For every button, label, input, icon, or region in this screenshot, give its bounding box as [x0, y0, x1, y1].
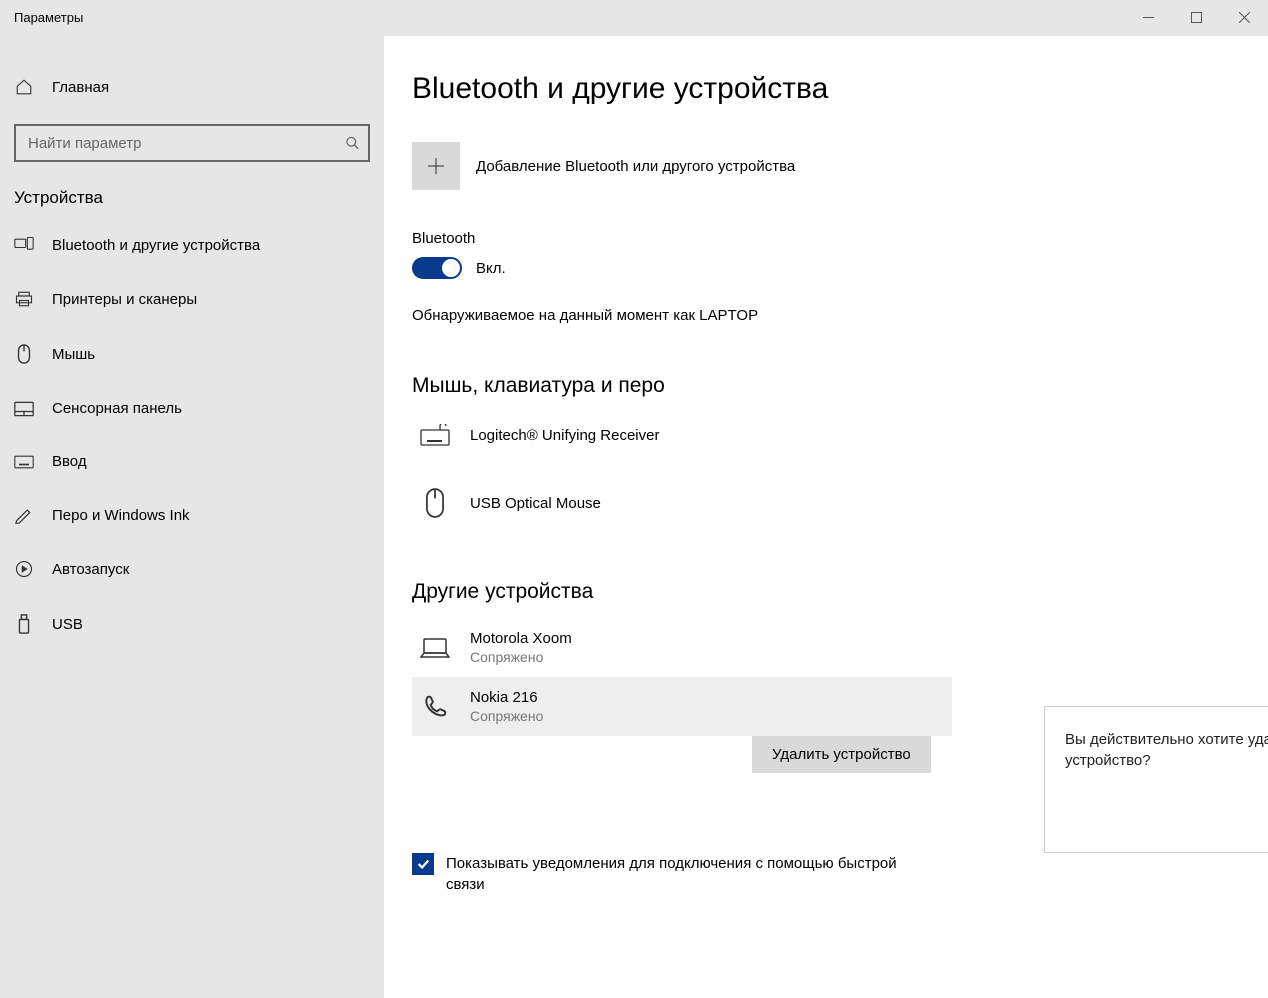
bluetooth-toggle[interactable]: [412, 257, 462, 279]
sidebar-home[interactable]: Главная: [0, 68, 384, 106]
mouse-icon: [14, 344, 34, 364]
mouse-device-icon: [418, 488, 452, 518]
device-name: Motorola Xoom: [470, 630, 572, 647]
sidebar-item-label: Bluetooth и другие устройства: [52, 237, 260, 254]
device-status: Сопряжено: [470, 708, 543, 724]
home-icon: [14, 78, 34, 96]
search-input[interactable]: [14, 124, 370, 162]
bluetooth-label: Bluetooth: [412, 230, 1240, 247]
confirm-popup: Вы действительно хотите удалить это устр…: [1044, 706, 1268, 853]
sidebar: Главная Устройства Bluetooth и другие ус…: [0, 36, 384, 998]
plus-icon: [412, 142, 460, 190]
minimize-button[interactable]: [1124, 0, 1172, 36]
device-item[interactable]: Motorola Xoom Сопряжено: [412, 618, 952, 677]
sidebar-item-printers[interactable]: Принтеры и сканеры: [0, 272, 384, 326]
sidebar-item-label: Мышь: [52, 346, 95, 363]
sidebar-item-bluetooth[interactable]: Bluetooth и другие устройства: [0, 218, 384, 272]
device-item[interactable]: Logitech® Unifying Receiver: [412, 412, 952, 458]
keyboard-icon: [14, 455, 34, 469]
device-name: Nokia 216: [470, 689, 543, 706]
quick-pair-label: Показывать уведомления для подключения с…: [446, 853, 906, 895]
quick-pair-checkbox[interactable]: [412, 853, 434, 875]
titlebar: Параметры: [0, 0, 1268, 36]
search-icon: [345, 136, 360, 151]
page-title: Bluetooth и другие устройства: [412, 72, 1240, 106]
sidebar-item-label: Ввод: [52, 453, 87, 470]
devices-icon: [14, 236, 34, 254]
main-content: Bluetooth и другие устройства Добавление…: [384, 36, 1268, 998]
sidebar-home-label: Главная: [52, 79, 109, 96]
section-mkb: Мышь, клавиатура и перо: [412, 374, 1240, 398]
add-device-label: Добавление Bluetooth или другого устройс…: [476, 158, 795, 175]
device-name: USB Optical Mouse: [470, 495, 601, 512]
device-status: Сопряжено: [470, 649, 572, 665]
sidebar-item-mouse[interactable]: Мышь: [0, 326, 384, 382]
window-controls: [1124, 0, 1268, 36]
bluetooth-toggle-row: Вкл.: [412, 257, 1240, 279]
search-wrap: [14, 124, 370, 162]
device-list-other: Motorola Xoom Сопряжено Nokia 216 Сопряж…: [412, 618, 952, 736]
popup-text: Вы действительно хотите удалить это устр…: [1065, 729, 1268, 771]
phone-icon: [418, 694, 452, 720]
sidebar-item-usb[interactable]: USB: [0, 596, 384, 652]
discoverable-text: Обнаруживаемое на данный момент как LAPT…: [412, 307, 1240, 324]
bluetooth-state: Вкл.: [476, 260, 506, 277]
quick-pair-row: Показывать уведомления для подключения с…: [412, 853, 1240, 895]
laptop-icon: [418, 637, 452, 659]
sidebar-item-touchpad[interactable]: Сенсорная панель: [0, 382, 384, 435]
printer-icon: [14, 290, 34, 308]
window-title: Параметры: [14, 10, 83, 25]
sidebar-category: Устройства: [0, 166, 384, 218]
sidebar-item-pen[interactable]: Перо и Windows Ink: [0, 488, 384, 542]
touchpad-icon: [14, 401, 34, 417]
sidebar-item-autoplay[interactable]: Автозапуск: [0, 542, 384, 596]
sidebar-item-label: Перо и Windows Ink: [52, 507, 190, 524]
sidebar-item-label: USB: [52, 616, 83, 633]
keyboard-device-icon: [418, 424, 452, 446]
sidebar-item-typing[interactable]: Ввод: [0, 435, 384, 488]
sidebar-item-label: Сенсорная панель: [52, 400, 182, 417]
container: Главная Устройства Bluetooth и другие ус…: [0, 36, 1268, 998]
device-list-mkb: Logitech® Unifying Receiver USB Optical …: [412, 412, 952, 530]
maximize-button[interactable]: [1172, 0, 1220, 36]
pen-icon: [14, 506, 34, 524]
section-other: Другие устройства: [412, 580, 1240, 604]
remove-device-button[interactable]: Удалить устройство: [752, 736, 931, 773]
device-item[interactable]: USB Optical Mouse: [412, 476, 952, 530]
add-device-row[interactable]: Добавление Bluetooth или другого устройс…: [412, 142, 1240, 190]
sidebar-item-label: Автозапуск: [52, 561, 129, 578]
toggle-knob: [442, 259, 460, 277]
usb-icon: [14, 614, 34, 634]
sidebar-item-label: Принтеры и сканеры: [52, 291, 197, 308]
close-button[interactable]: [1220, 0, 1268, 36]
device-item-selected[interactable]: Nokia 216 Сопряжено: [412, 677, 952, 736]
autoplay-icon: [14, 560, 34, 578]
device-name: Logitech® Unifying Receiver: [470, 427, 659, 444]
